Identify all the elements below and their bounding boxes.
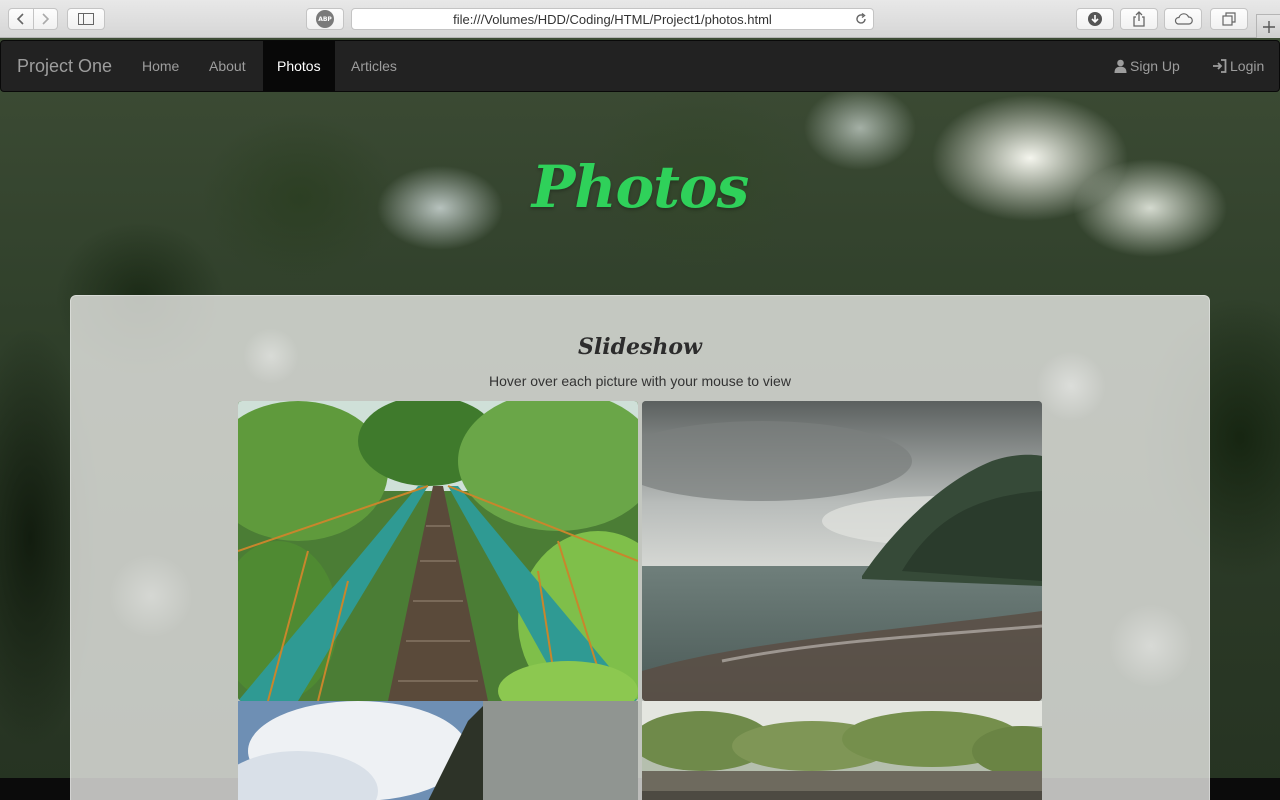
- sidebar-icon: [78, 13, 94, 25]
- share-icon: [1133, 11, 1145, 27]
- tabs-icon: [1222, 12, 1236, 26]
- ocean-image: [642, 401, 1042, 701]
- chevron-right-icon: [42, 13, 50, 25]
- back-button[interactable]: [9, 9, 33, 29]
- trees-image: [642, 701, 1042, 800]
- slideshow-subtitle: Hover over each picture with your mouse …: [489, 373, 791, 389]
- adblock-icon: ABP: [316, 10, 334, 28]
- login-label: Login: [1230, 58, 1265, 74]
- nav-item-articles[interactable]: Articles: [337, 41, 411, 91]
- nav-item-about[interactable]: About: [195, 41, 260, 91]
- page-viewport: Project One Home About Photos Articles S…: [0, 38, 1280, 800]
- new-tab-button[interactable]: [1256, 14, 1280, 38]
- tab-overview-button[interactable]: [1210, 8, 1248, 30]
- reload-icon[interactable]: [854, 12, 868, 26]
- cloud-icon: [1174, 13, 1193, 25]
- slideshow-panel: Slideshow Hover over each picture with y…: [70, 295, 1210, 800]
- nav-item-home[interactable]: Home: [128, 41, 193, 91]
- share-button[interactable]: [1120, 8, 1158, 30]
- download-icon: [1088, 12, 1102, 26]
- photo-suspension-bridge[interactable]: [238, 401, 638, 701]
- sign-up-link[interactable]: Sign Up: [1100, 41, 1194, 91]
- bridge-image: [238, 401, 638, 701]
- adblock-button[interactable]: ABP: [306, 8, 344, 30]
- user-icon: [1114, 59, 1127, 73]
- sidebar-toggle-button[interactable]: [67, 8, 105, 30]
- photo-ocean-coast[interactable]: [642, 401, 1042, 701]
- login-link[interactable]: Login: [1198, 41, 1278, 91]
- page-title: Photos: [531, 153, 750, 221]
- photo-tree-canopy[interactable]: [642, 701, 1042, 800]
- slideshow-title: Slideshow: [578, 334, 702, 360]
- sky-image: [238, 701, 638, 800]
- address-bar[interactable]: file:///Volumes/HDD/Coding/HTML/Project1…: [351, 8, 874, 30]
- sign-up-label: Sign Up: [1130, 58, 1180, 74]
- navbar: Project One Home About Photos Articles S…: [0, 40, 1280, 92]
- browser-toolbar: ABP file:///Volumes/HDD/Coding/HTML/Proj…: [0, 0, 1280, 38]
- plus-icon: [1262, 20, 1275, 33]
- url-text: file:///Volumes/HDD/Coding/HTML/Project1…: [453, 11, 772, 27]
- nav-item-photos[interactable]: Photos: [263, 41, 335, 91]
- chevron-left-icon: [16, 13, 24, 25]
- icloud-tabs-button[interactable]: [1164, 8, 1202, 30]
- photo-sky-cliff[interactable]: [238, 701, 638, 800]
- log-in-icon: [1213, 59, 1227, 73]
- downloads-button[interactable]: [1076, 8, 1114, 30]
- navbar-brand[interactable]: Project One: [17, 41, 112, 91]
- forward-button[interactable]: [32, 9, 57, 29]
- history-nav: [8, 8, 58, 30]
